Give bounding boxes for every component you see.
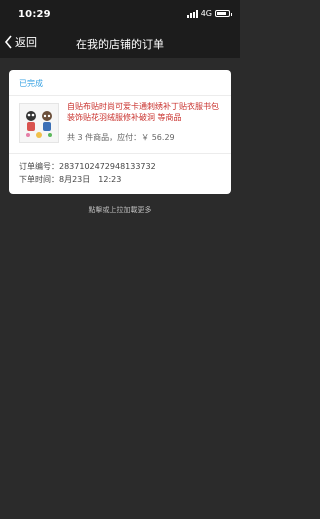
status-bar: 10:29 4G — [0, 0, 240, 28]
product-image — [20, 104, 58, 142]
order-status: 已完成 — [19, 79, 43, 88]
network-label: 4G — [200, 9, 212, 18]
page-title: 在我的店铺的订单 — [76, 38, 164, 51]
status-time: 10:29 — [18, 9, 51, 20]
load-more-link[interactable]: 點擊或上拉加載更多 — [0, 205, 240, 215]
divider — [9, 95, 231, 96]
product-thumbnail[interactable] — [19, 103, 59, 143]
order-summary: 共 3 件商品，应付：￥ 56.29 — [67, 133, 175, 142]
status-indicators: 4G — [186, 9, 232, 18]
battery-fill — [217, 12, 227, 15]
order-card[interactable]: 已完成 自贴布贴时尚可爱卡通刺绣补丁贴衣服书包装饰贴花羽绒服修补破洞 等商品 共… — [9, 70, 231, 194]
signal-icon — [186, 9, 198, 18]
order-time: 下单时间：8月23日 12:23 — [19, 175, 122, 184]
nav-bar: 返回 在我的店铺的订单 — [0, 28, 240, 58]
divider — [9, 153, 231, 154]
battery-icon — [215, 10, 232, 17]
product-title[interactable]: 自贴布贴时尚可爱卡通刺绣补丁贴衣服书包装饰贴花羽绒服修补破洞 等商品 — [67, 101, 225, 123]
order-number: 订单编号：2837102472948133732 — [19, 162, 156, 171]
